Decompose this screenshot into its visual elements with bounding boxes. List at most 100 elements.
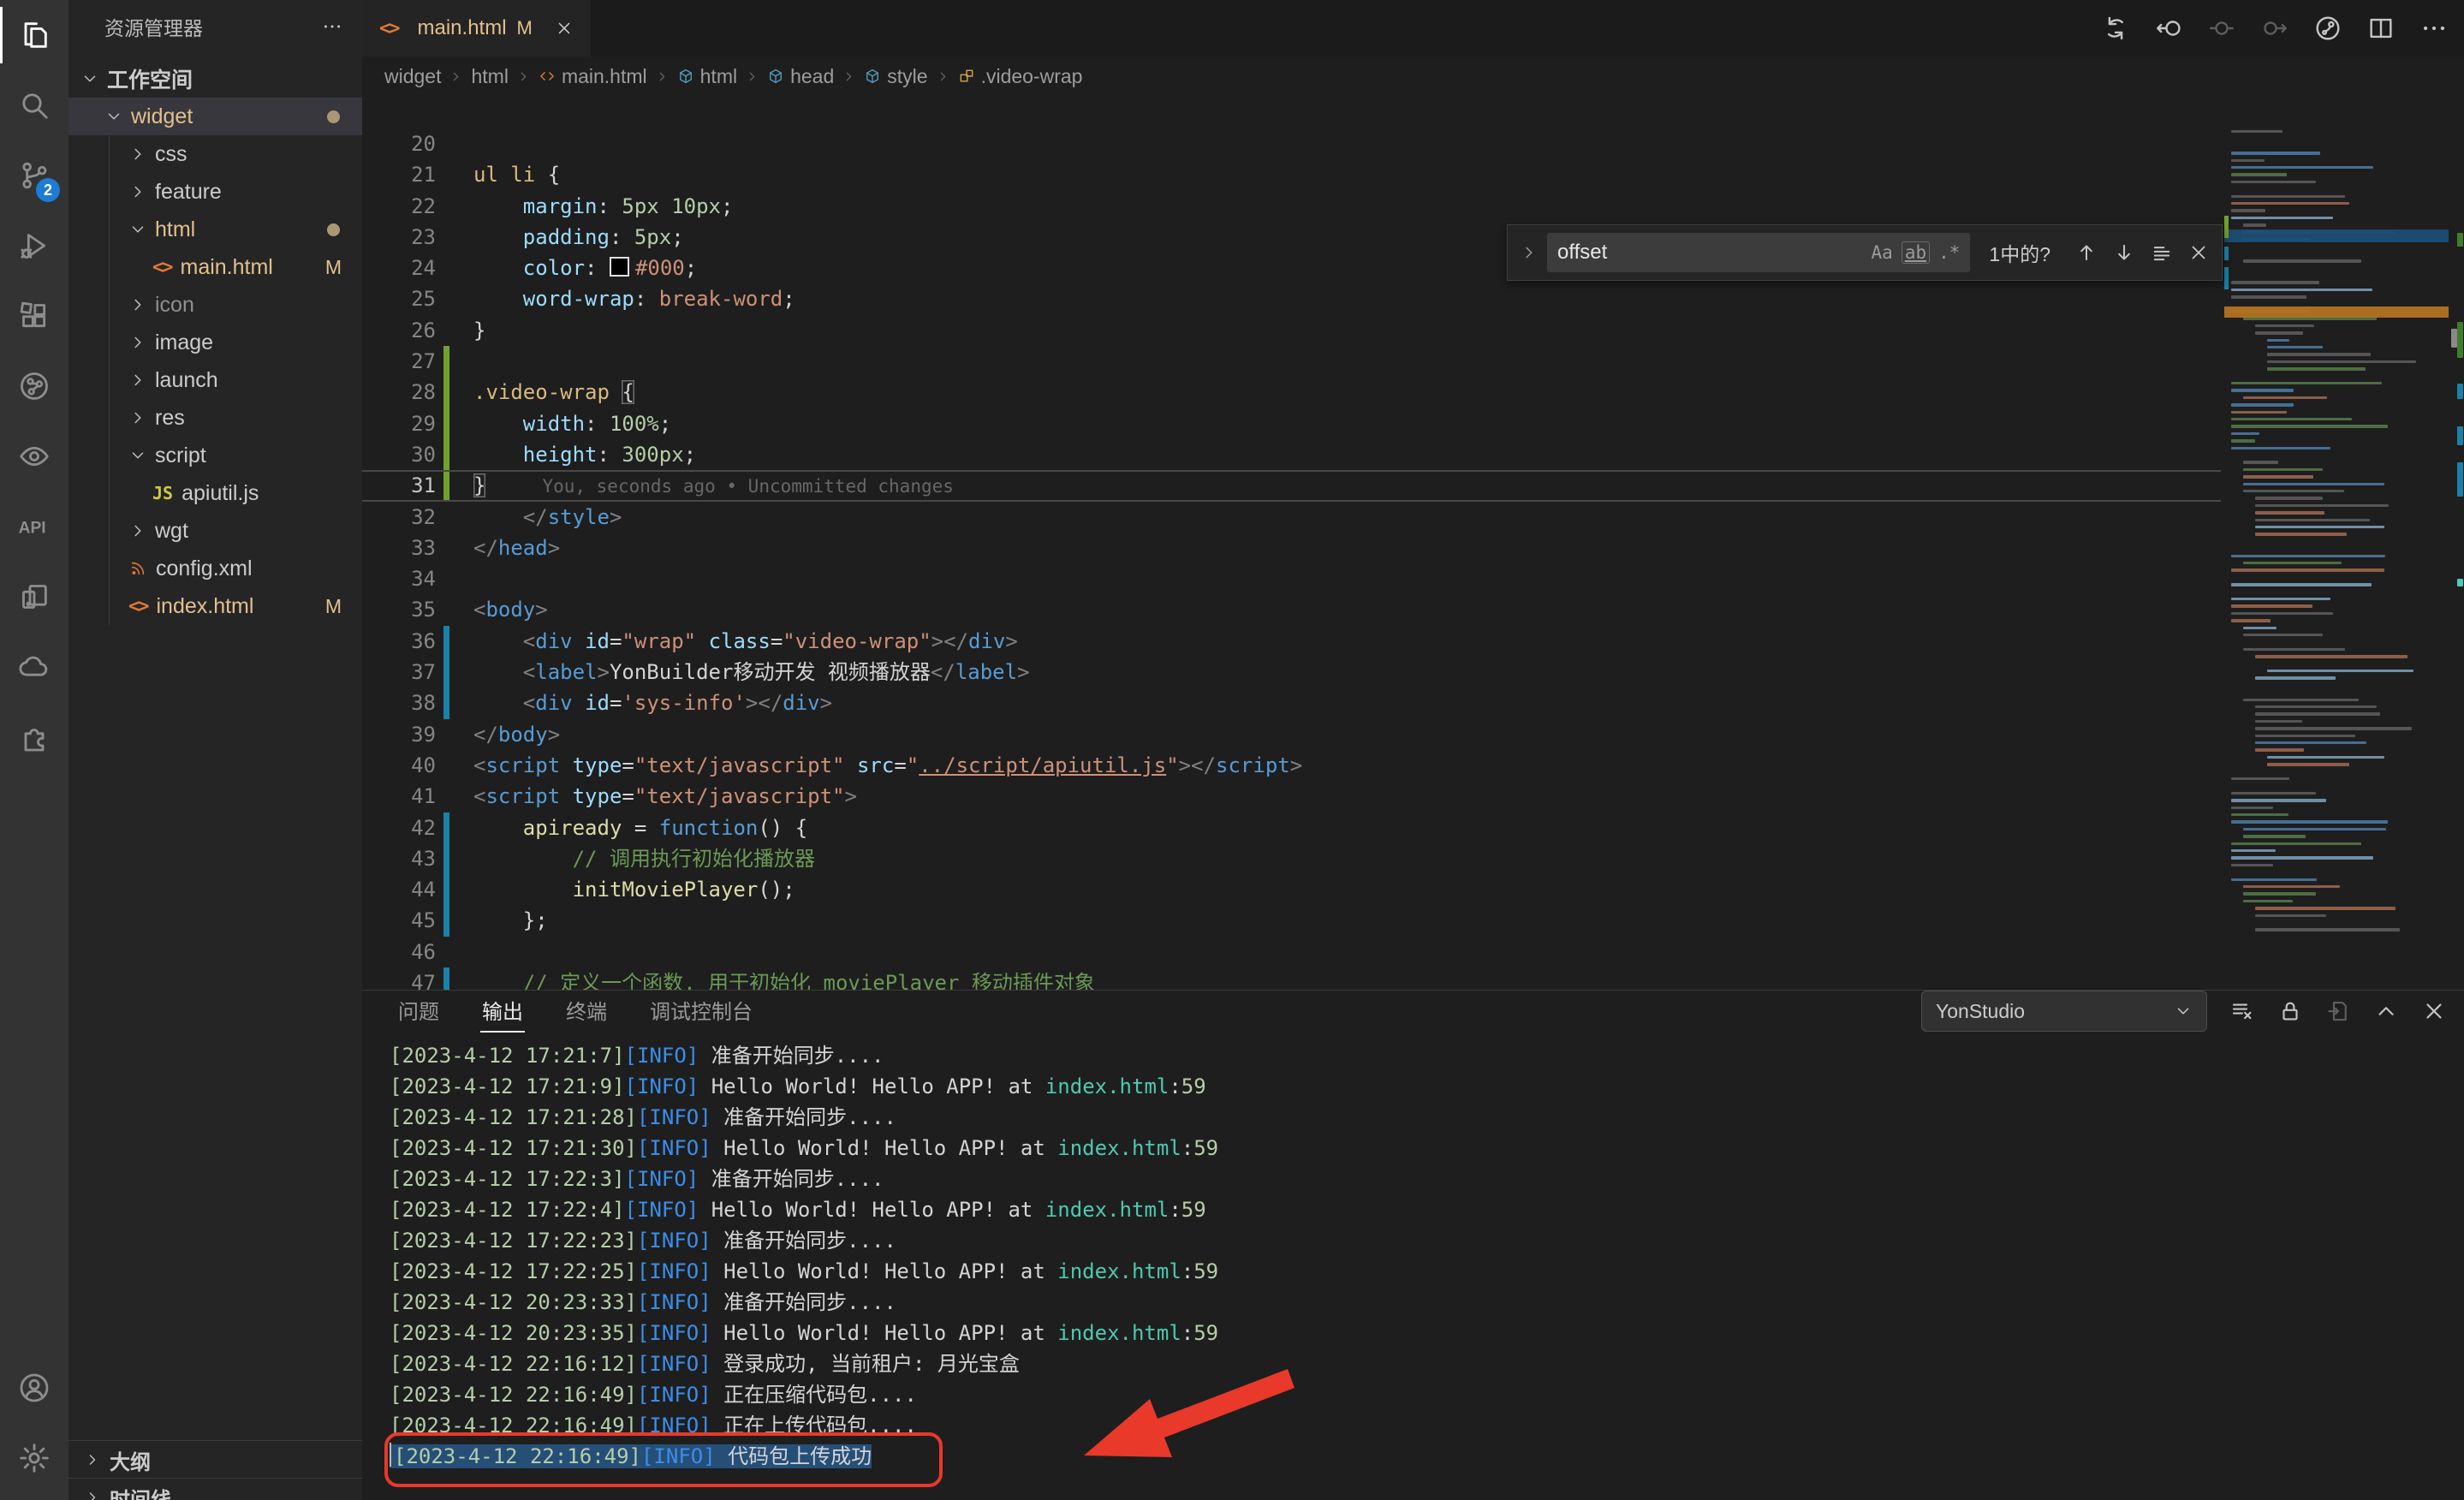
code-line-31[interactable]: 31}You, seconds ago • Uncommitted change…: [362, 470, 2221, 501]
code-line-27[interactable]: 27: [362, 346, 2221, 377]
breadcrumb-item-html[interactable]: html: [677, 65, 737, 88]
breadcrumb-item-main.html[interactable]: main.html: [539, 65, 647, 88]
node-icon[interactable]: [2207, 14, 2236, 43]
sidebar-section-timeline[interactable]: 时间线: [68, 1478, 362, 1500]
code-line-29[interactable]: 29 width: 100%;: [362, 408, 2221, 439]
code-line-28[interactable]: 28.video-wrap {: [362, 377, 2221, 408]
forward-icon[interactable]: [2260, 14, 2289, 43]
code-line-44[interactable]: 44 initMoviePlayer();: [362, 874, 2221, 905]
code-area[interactable]: 2021ul li {22 margin: 5px 10px;23 paddin…: [362, 96, 2464, 990]
tree-item-apiutil.js[interactable]: JSapiutil.js: [68, 474, 362, 512]
code-line-45[interactable]: 45 };: [362, 905, 2221, 936]
tree-item-main.html[interactable]: <>main.htmlM: [68, 248, 362, 286]
tree-item-icon[interactable]: icon: [68, 286, 362, 324]
back-icon[interactable]: [2154, 14, 2183, 43]
close-panel-icon[interactable]: [2421, 998, 2447, 1024]
more-actions-icon[interactable]: [321, 15, 343, 38]
code-line-26[interactable]: 26}: [362, 315, 2221, 346]
tree-item-html[interactable]: html: [68, 211, 362, 248]
code-line-47[interactable]: 47 // 定义一个函数, 用于初始化 moviePlayer 移动插件对象: [362, 967, 2221, 990]
code-line-46[interactable]: 46: [362, 937, 2221, 967]
open-in-editor-icon[interactable]: [2325, 998, 2351, 1024]
tab-main-html[interactable]: <> main.html M: [362, 0, 591, 57]
breadcrumb-item-head[interactable]: head: [767, 65, 834, 88]
close-find-icon[interactable]: [2187, 241, 2210, 264]
find-query-text[interactable]: offset: [1557, 241, 1863, 265]
run-circle-icon[interactable]: [2313, 14, 2342, 43]
activity-item-extensions[interactable]: [0, 281, 68, 351]
match-case-icon[interactable]: Aa: [1872, 242, 1893, 263]
tree-item-feature[interactable]: feature: [68, 173, 362, 211]
activity-item-cloud[interactable]: [0, 632, 68, 702]
tree-item-image[interactable]: image: [68, 324, 362, 361]
code-line-35[interactable]: 35<body>: [362, 594, 2221, 625]
tree-item-css[interactable]: css: [68, 135, 362, 173]
code-line-40[interactable]: 40<script type="text/javascript" src="..…: [362, 750, 2221, 781]
output-log[interactable]: [2023-4-12 17:21:7][INFO] 准备开始同步....[202…: [390, 1040, 2450, 1472]
whole-word-icon[interactable]: ab: [1902, 241, 1930, 264]
code-line-30[interactable]: 30 height: 300px;: [362, 439, 2221, 470]
tree-item-wgt[interactable]: wgt: [68, 512, 362, 550]
panel-tab-调试控制台[interactable]: 调试控制台: [648, 991, 754, 1033]
breadcrumb-item-widget[interactable]: widget: [384, 65, 441, 88]
activity-item-preview[interactable]: [0, 421, 68, 491]
tree-item-script[interactable]: script: [68, 437, 362, 474]
breadcrumb-item-style[interactable]: style: [864, 65, 927, 88]
code-text: // 定义一个函数, 用于初始化 moviePlayer 移动插件对象: [449, 967, 1095, 990]
code-line-20[interactable]: 20: [362, 128, 2221, 159]
breadcrumb-item-html[interactable]: html: [471, 65, 508, 88]
code-line-41[interactable]: 41<script type="text/javascript">: [362, 781, 2221, 812]
find-in-selection-icon[interactable]: [2150, 241, 2174, 265]
split-icon[interactable]: [2366, 14, 2396, 43]
tree-item-res[interactable]: res: [68, 399, 362, 437]
activity-item-account[interactable]: [0, 1353, 68, 1423]
panel-tab-问题[interactable]: 问题: [396, 991, 441, 1033]
activity-item-search[interactable]: [0, 70, 68, 140]
tree-item-工作空间[interactable]: 工作空间: [68, 60, 362, 98]
code-line-39[interactable]: 39</body>: [362, 719, 2221, 750]
find-expand-chevron-icon[interactable]: [1520, 243, 1539, 262]
code-line-21[interactable]: 21ul li {: [362, 159, 2221, 190]
find-input[interactable]: offset Aa ab .*: [1547, 233, 1970, 272]
minimap[interactable]: [2224, 96, 2449, 990]
next-match-icon[interactable]: [2112, 241, 2136, 265]
activity-item-explorer[interactable]: [0, 0, 68, 70]
code-line-25[interactable]: 25 word-wrap: break-word;: [362, 283, 2221, 314]
code-line-36[interactable]: 36 <div id="wrap" class="video-wrap"></d…: [362, 626, 2221, 657]
activity-item-run-debug[interactable]: [0, 211, 68, 281]
tree-item-widget[interactable]: widget: [68, 98, 362, 135]
activity-item-remote[interactable]: [0, 351, 68, 421]
panel-tab-输出[interactable]: 输出: [480, 991, 525, 1033]
activity-item-source-control[interactable]: 2: [0, 140, 68, 211]
maximize-panel-icon[interactable]: [2373, 998, 2399, 1024]
breadcrumb-item-.video-wrap[interactable]: .video-wrap: [958, 65, 1083, 88]
code-line-33[interactable]: 33</head>: [362, 533, 2221, 563]
code-line-42[interactable]: 42 apiready = function() {: [362, 812, 2221, 843]
previous-match-icon[interactable]: [2074, 241, 2098, 265]
code-line-22[interactable]: 22 margin: 5px 10px;: [362, 191, 2221, 222]
activity-item-devices[interactable]: [0, 562, 68, 632]
tree-item-launch[interactable]: launch: [68, 361, 362, 399]
more-icon[interactable]: [2419, 14, 2449, 43]
activity-item-settings[interactable]: [0, 1423, 68, 1493]
sync-icon[interactable]: [2101, 14, 2130, 43]
panel-tab-终端[interactable]: 终端: [564, 991, 609, 1033]
activity-item-plugins[interactable]: [0, 702, 68, 772]
tree-item-config.xml[interactable]: config.xml: [68, 550, 362, 587]
code-line-34[interactable]: 34: [362, 563, 2221, 594]
code-line-43[interactable]: 43 // 调用执行初始化播放器: [362, 843, 2221, 874]
chevron-right-icon: [128, 295, 147, 314]
tree-item-index.html[interactable]: <>index.htmlM: [68, 587, 362, 625]
code-line-38[interactable]: 38 <div id='sys-info'></div>: [362, 688, 2221, 718]
code-line-37[interactable]: 37 <label>YonBuilder移动开发 视频播放器</label>: [362, 657, 2221, 688]
regex-icon[interactable]: .*: [1938, 242, 1960, 263]
lock-scroll-icon[interactable]: [2277, 998, 2303, 1024]
clear-output-icon[interactable]: [2229, 998, 2255, 1024]
output-channel-select[interactable]: YonStudio: [1921, 991, 2207, 1032]
code-line-32[interactable]: 32 </style>: [362, 502, 2221, 533]
activity-item-api[interactable]: API: [0, 491, 68, 562]
panel-tabs: 问题输出终端调试控制台: [396, 991, 794, 1033]
overview-ruler[interactable]: [2451, 96, 2464, 990]
sidebar-section-outline[interactable]: 大纲: [68, 1440, 362, 1479]
close-tab-icon[interactable]: [555, 19, 574, 38]
